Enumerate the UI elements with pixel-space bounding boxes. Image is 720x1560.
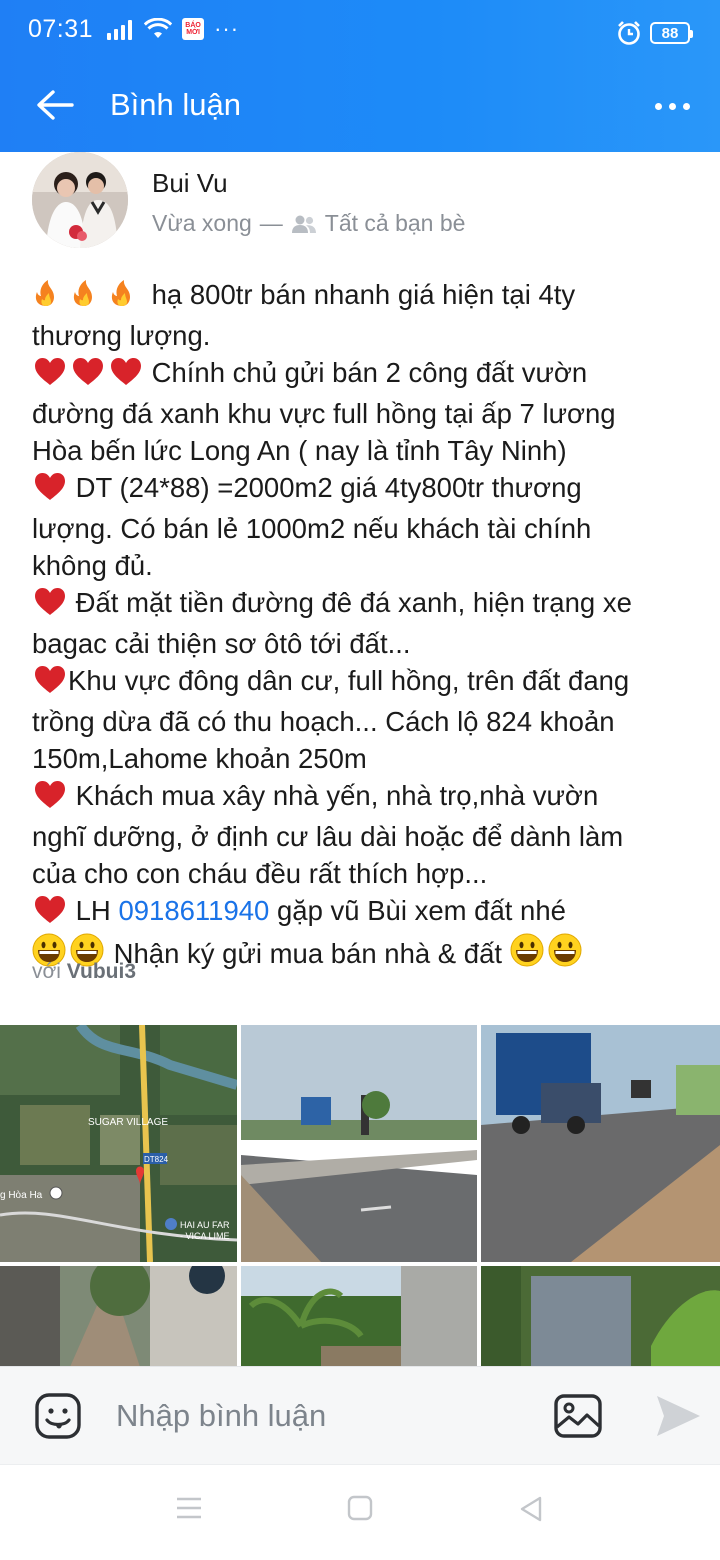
map-label-place-right-2: - VICA LIME <box>180 1231 230 1241</box>
back-button[interactable] <box>0 58 110 152</box>
content-line: trồng dừa đã có thu hoạch... Cách lộ 824… <box>32 706 615 737</box>
friends-icon <box>291 215 316 233</box>
map-label-road: DT824 <box>144 1155 169 1164</box>
author-name[interactable]: Bui Vu <box>152 168 228 199</box>
tagged-user[interactable]: Vubui3 <box>67 960 136 983</box>
post-content: hạ 800tr bán nhanh giá hiện tại 4ty thươ… <box>32 276 692 976</box>
tagged-with: với Vubui3 <box>32 960 137 983</box>
photo-grid: SUGAR VILLAGE DT824 g Hòa Ha HAI AU FAR … <box>0 1025 720 1367</box>
alarm-icon <box>618 21 640 45</box>
status-bar: 07:31 BÁO MỚI ··· 88 <box>0 0 720 58</box>
comment-input[interactable] <box>116 1389 526 1443</box>
content-line: hạ 800tr bán nhanh giá hiện tại 4ty <box>32 276 692 317</box>
map-label-village: SUGAR VILLAGE <box>88 1117 168 1128</box>
heart-emoji <box>32 779 68 818</box>
back-arrow-icon <box>37 90 74 120</box>
content-line: thương lượng. <box>32 320 211 351</box>
wifi-icon <box>144 18 173 38</box>
signal-icon <box>107 18 133 40</box>
content-line: 150m,Lahome khoản 250m <box>32 743 367 774</box>
content-line: lượng. Có bán lẻ 1000m2 nếu khách tài ch… <box>32 513 592 544</box>
image-icon <box>554 1394 602 1438</box>
more-dots-icon <box>654 102 662 110</box>
photo-palm[interactable] <box>241 1266 477 1367</box>
back-triangle-icon <box>520 1496 542 1522</box>
photo-gate[interactable] <box>481 1266 720 1367</box>
content-line: Chính chủ gửi bán 2 công đất vườn <box>32 354 692 395</box>
photo-alley[interactable] <box>0 1266 237 1367</box>
content-line: DT (24*88) =2000m2 giá 4ty800tr thương <box>32 469 692 510</box>
phone-link[interactable]: 0918611940 <box>118 895 269 926</box>
page-title: Bình luận <box>110 87 241 122</box>
nav-menu-button[interactable] <box>175 1495 203 1526</box>
send-icon <box>657 1396 700 1436</box>
post-time: Vừa xong <box>152 210 252 236</box>
map-label-place-left: g Hòa Ha <box>0 1190 43 1201</box>
content-line: Khách mua xây nhà yến, nhà trọ,nhà vườn <box>32 777 692 818</box>
comment-bar <box>0 1366 720 1464</box>
heart-emoji <box>32 586 68 625</box>
status-time: 07:31 <box>28 14 94 43</box>
content-line: Khu vực đông dân cư, full hồng, trên đất… <box>32 662 692 703</box>
system-nav-bar <box>0 1464 720 1560</box>
content-line: không đủ. <box>32 550 153 581</box>
emoji-button[interactable] <box>34 1392 82 1440</box>
home-square-icon <box>347 1495 373 1521</box>
emoji-smile-icon <box>35 1393 81 1439</box>
heart-emoji <box>32 664 68 703</box>
content-line: Hòa bến lức Long An ( nay là tỉnh Tây Ni… <box>32 435 567 466</box>
content-line: LH 0918611940 gặp vũ Bùi xem đất nhé <box>32 892 692 933</box>
content-line: của cho con cháu đều rất thích hợp... <box>32 858 488 889</box>
content-line: nghĩ dưỡng, ở định cư lâu dài hoặc để dà… <box>32 821 624 852</box>
menu-icon <box>177 1497 201 1519</box>
app-header: Bình luận <box>0 58 720 152</box>
map-label-place-right-1: HAI AU FAR <box>180 1220 230 1230</box>
meta-separator: — <box>259 210 283 236</box>
heart-emoji <box>32 471 68 510</box>
more-notifications-icon: ··· <box>214 16 240 41</box>
send-button[interactable] <box>654 1393 702 1439</box>
photo-truck[interactable] <box>481 1025 720 1262</box>
content-line: đường đá xanh khu vực full hồng tại ấp 7… <box>32 398 616 429</box>
nav-home-button[interactable] <box>347 1495 373 1526</box>
baomoi-app-icon: BÁO MỚI <box>182 18 205 40</box>
grin-emoji <box>510 933 584 976</box>
fire-emoji <box>32 278 144 317</box>
heart-emoji <box>32 356 144 395</box>
content-line: Đất mặt tiền đường đê đá xanh, hiện trạn… <box>32 584 692 625</box>
avatar[interactable] <box>32 152 128 248</box>
post-audience: Tất cả bạn bè <box>324 210 466 236</box>
avatar-image <box>32 152 128 248</box>
photo-road[interactable] <box>241 1025 477 1262</box>
battery-icon: 88 <box>650 22 693 44</box>
post-meta: Vừa xong — Tất cả bạn bè <box>152 210 465 237</box>
photo-map[interactable]: SUGAR VILLAGE DT824 g Hòa Ha HAI AU FAR … <box>0 1025 237 1262</box>
more-options-button[interactable] <box>642 86 702 126</box>
content-line: bagac cải thiện sơ ôtô tới đất... <box>32 628 411 659</box>
heart-emoji <box>32 894 68 933</box>
attach-image-button[interactable] <box>553 1393 603 1439</box>
nav-back-button[interactable] <box>518 1495 544 1528</box>
